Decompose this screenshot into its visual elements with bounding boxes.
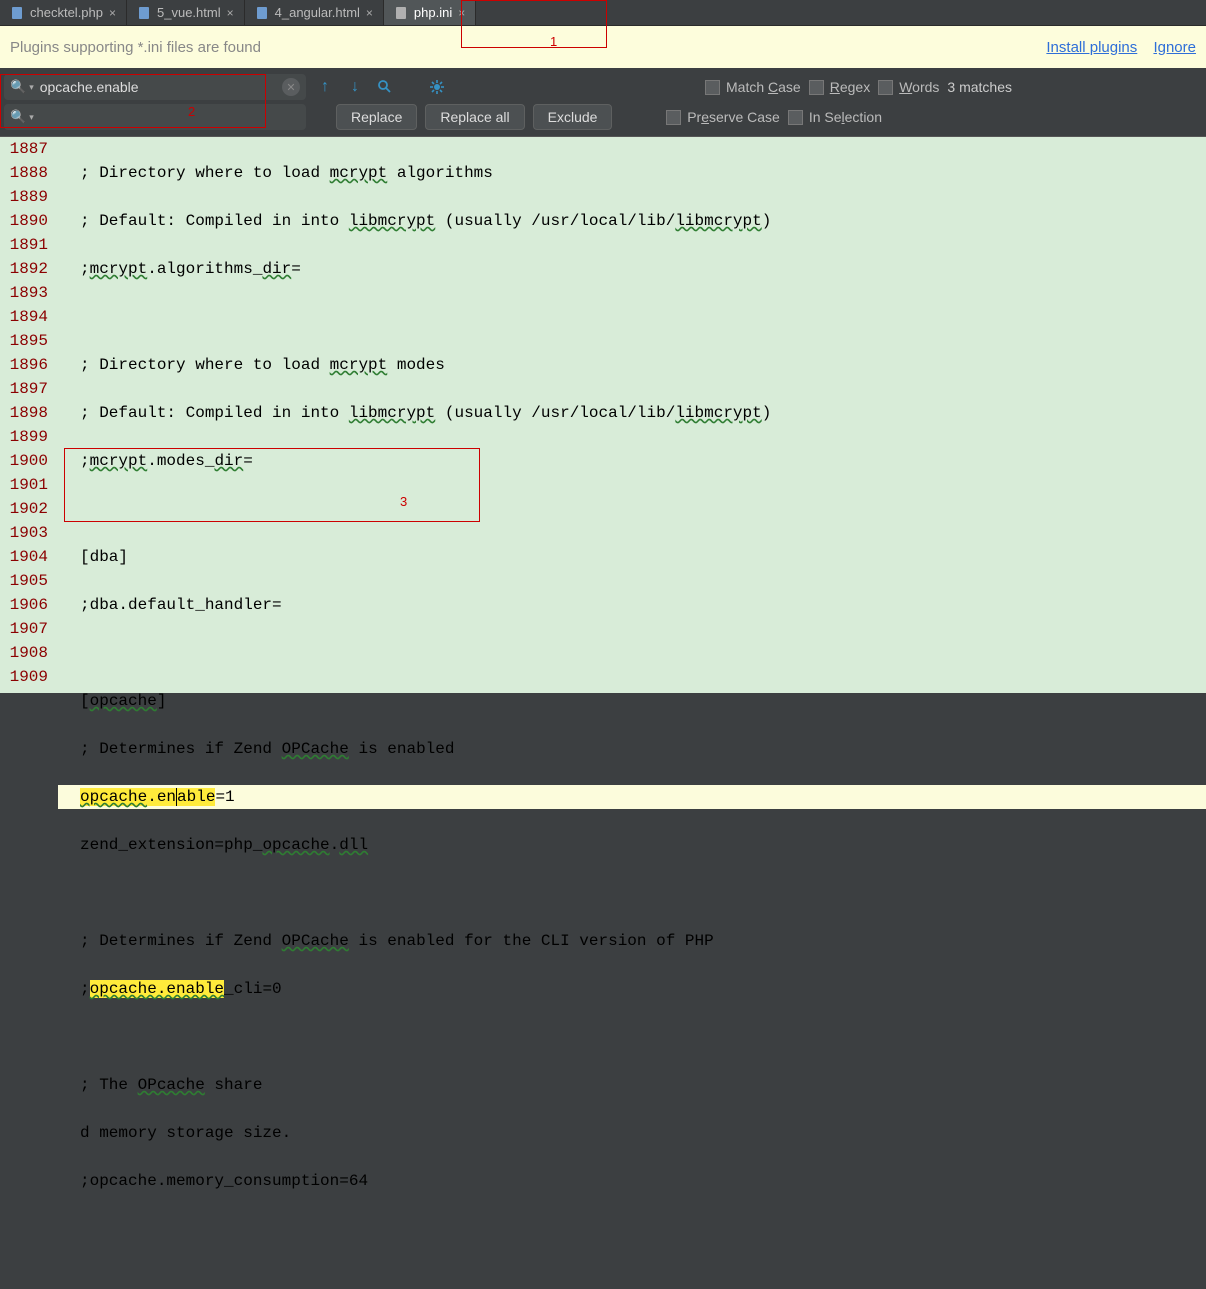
exclude-button[interactable]: Exclude (533, 104, 613, 130)
tab-phpini[interactable]: php.ini × (384, 0, 476, 25)
close-icon[interactable]: × (366, 6, 373, 20)
annotation-label-3: 3 (400, 494, 407, 509)
previous-match-icon[interactable]: ↑ (314, 76, 336, 98)
file-icon (255, 6, 269, 20)
regex-checkbox[interactable]: Regex (809, 79, 870, 95)
in-selection-checkbox[interactable]: In Selection (788, 109, 882, 125)
replace-all-button[interactable]: Replace all (425, 104, 524, 130)
file-icon (137, 6, 151, 20)
find-replace-toolbar: 🔍 ▾ ✕ ↑ ↓ Match Case Regex Words 3 match… (0, 68, 1206, 137)
match-case-checkbox[interactable]: Match Case (705, 79, 801, 95)
code-area[interactable]: ; Directory where to load mcrypt algorit… (58, 137, 1206, 693)
replace-icon: 🔍 (10, 109, 26, 125)
tab-label: checktel.php (30, 5, 103, 20)
words-checkbox[interactable]: Words (878, 79, 939, 95)
search-input[interactable] (34, 79, 282, 95)
clear-search-icon[interactable]: ✕ (282, 78, 300, 96)
replace-input[interactable] (34, 109, 300, 125)
annotation-label-2: 2 (188, 104, 195, 119)
close-icon[interactable]: × (109, 6, 116, 20)
tab-bar: checktel.php × 5_vue.html × 4_angular.ht… (0, 0, 1206, 26)
notification-message: Plugins supporting *.ini files are found (10, 39, 261, 56)
line-number-gutter: 188718881889 189018911892 189318941895 1… (0, 137, 58, 693)
tab-label: 5_vue.html (157, 5, 221, 20)
ignore-link[interactable]: Ignore (1153, 39, 1196, 56)
file-icon (10, 6, 24, 20)
code-editor[interactable]: 188718881889 189018911892 189318941895 1… (0, 137, 1206, 693)
replace-button[interactable]: Replace (336, 104, 417, 130)
close-icon[interactable]: × (227, 6, 234, 20)
replace-field-group: 🔍 ▾ (4, 104, 306, 130)
tab-vue[interactable]: 5_vue.html × (127, 0, 245, 25)
tab-label: php.ini (414, 5, 452, 20)
tab-label: 4_angular.html (275, 5, 360, 20)
search-field-group: 🔍 ▾ ✕ (4, 74, 306, 100)
tab-checktel[interactable]: checktel.php × (0, 0, 127, 25)
next-match-icon[interactable]: ↓ (344, 76, 366, 98)
select-all-occurrences-icon[interactable] (374, 76, 396, 98)
annotation-label-1: 1 (550, 34, 557, 49)
match-count: 3 matches (947, 79, 1012, 95)
install-plugins-link[interactable]: Install plugins (1046, 39, 1137, 56)
tab-angular[interactable]: 4_angular.html × (245, 0, 384, 25)
file-icon (394, 6, 408, 20)
preserve-case-checkbox[interactable]: Preserve Case (666, 109, 780, 125)
close-icon[interactable]: × (458, 6, 465, 20)
plugin-notification-bar: Plugins supporting *.ini files are found… (0, 26, 1206, 68)
search-icon: 🔍 (10, 79, 26, 95)
settings-icon[interactable] (426, 76, 448, 98)
